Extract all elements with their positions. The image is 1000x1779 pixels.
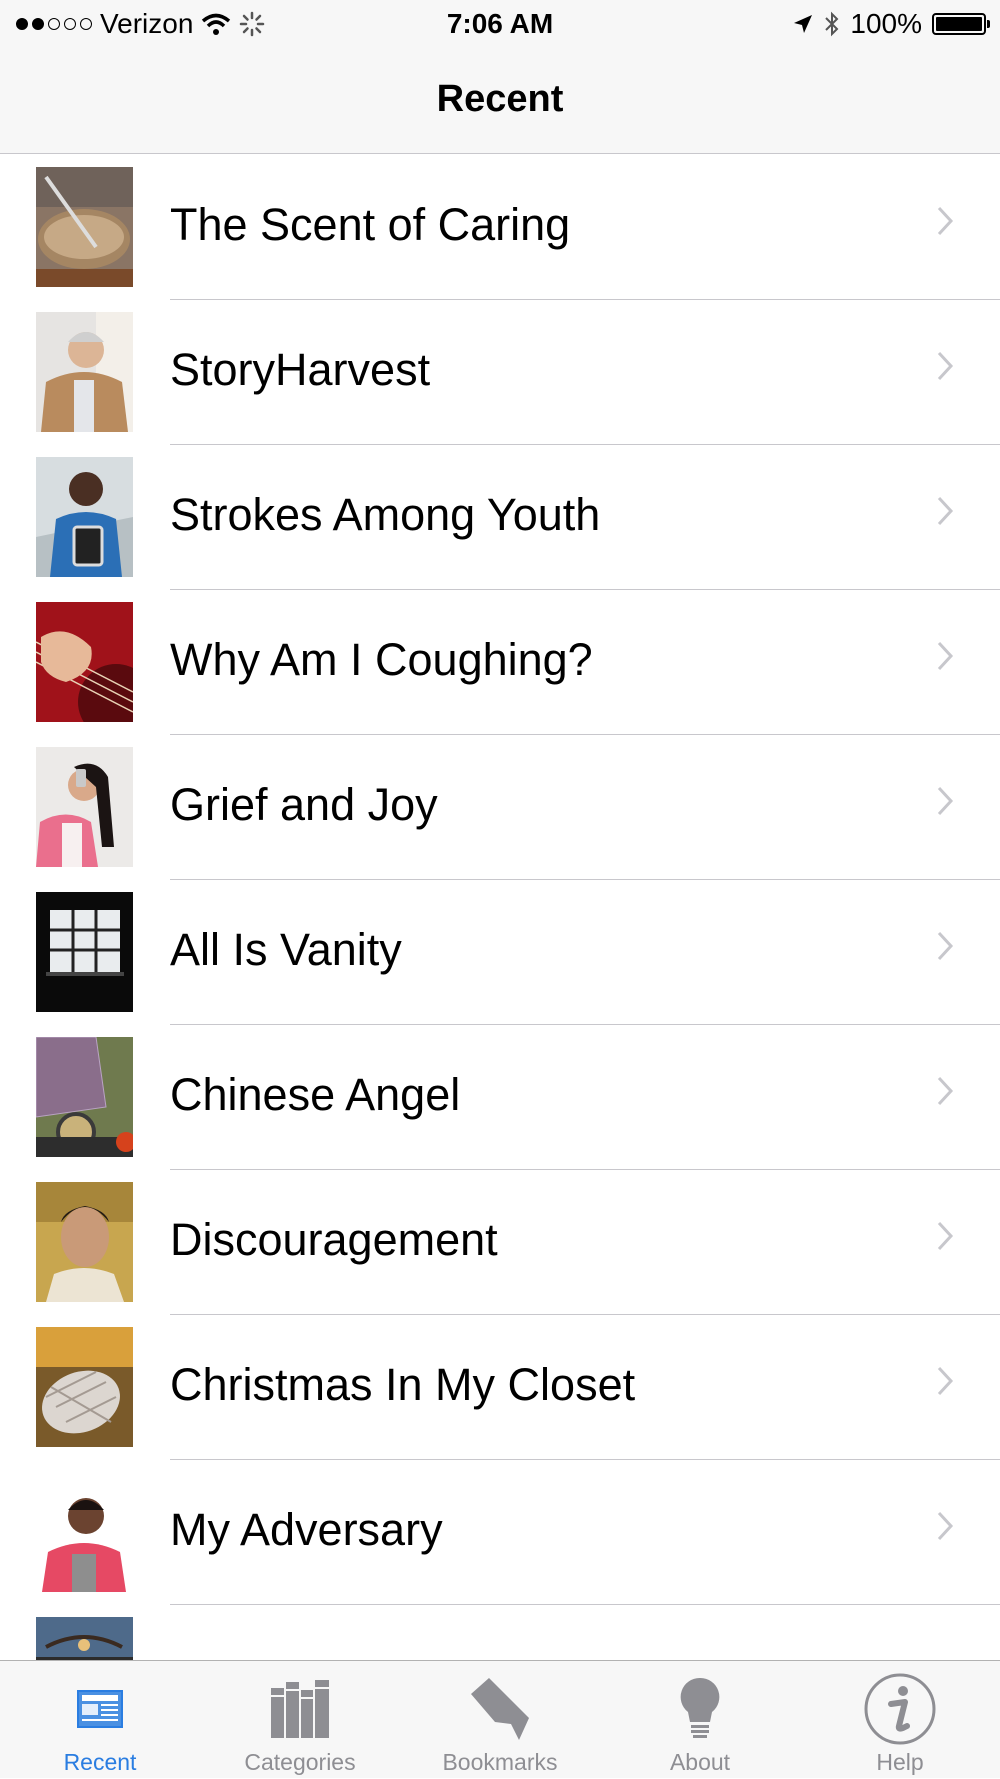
- list-item[interactable]: Chinese Angel: [0, 1025, 1000, 1170]
- story-thumbnail: [36, 747, 133, 867]
- story-thumbnail: [36, 1327, 133, 1447]
- battery-percent: 100%: [850, 8, 922, 39]
- story-title: Why Am I Coughing?: [170, 634, 593, 685]
- story-thumbnail: [36, 312, 133, 432]
- books-icon: [271, 1680, 329, 1738]
- list-item[interactable]: Discouragement: [0, 1170, 1000, 1315]
- lightbulb-icon: [680, 1677, 720, 1738]
- list-item[interactable]: My Adversary: [0, 1460, 1000, 1605]
- chevron-right-icon: [937, 1076, 954, 1106]
- story-thumbnail: [36, 602, 133, 722]
- tab-about[interactable]: About: [600, 1661, 800, 1779]
- story-title: Chinese Angel: [170, 1069, 461, 1120]
- story-thumbnail: [36, 1182, 133, 1302]
- bookmark-icon: [471, 1678, 529, 1740]
- chevron-right-icon: [937, 351, 954, 381]
- tab-label: Categories: [244, 1749, 356, 1775]
- story-title: Discouragement: [170, 1214, 498, 1265]
- list-item[interactable]: Grief and Joy: [0, 735, 1000, 880]
- chevron-right-icon: [937, 1366, 954, 1396]
- chevron-right-icon: [937, 786, 954, 816]
- tab-help[interactable]: Help: [800, 1661, 1000, 1779]
- chevron-right-icon: [937, 1221, 954, 1251]
- list-item[interactable]: [0, 1605, 1000, 1660]
- story-thumbnail: [36, 1617, 133, 1660]
- info-icon: [864, 1673, 936, 1745]
- story-title: Christmas In My Closet: [170, 1359, 636, 1410]
- list-item[interactable]: StoryHarvest: [0, 300, 1000, 445]
- story-thumbnail: [36, 1037, 133, 1157]
- story-title: Strokes Among Youth: [170, 489, 601, 540]
- list-item[interactable]: All Is Vanity: [0, 880, 1000, 1025]
- chevron-right-icon: [937, 931, 954, 961]
- bluetooth-icon: [825, 11, 839, 37]
- tab-bar: Recent Categories Bookmarks About Help: [0, 1660, 1000, 1778]
- page-title: Recent: [436, 78, 564, 120]
- chevron-right-icon: [937, 1511, 954, 1541]
- story-title: All Is Vanity: [170, 924, 402, 975]
- status-bar: Verizon 7:06 AM 100%: [0, 0, 1000, 50]
- tab-label: Bookmarks: [442, 1749, 558, 1775]
- story-title: The Scent of Caring: [170, 199, 571, 250]
- tab-recent[interactable]: Recent: [0, 1661, 200, 1779]
- list-item[interactable]: Why Am I Coughing?: [0, 590, 1000, 735]
- story-thumbnail: [36, 1472, 133, 1592]
- newspaper-icon: [77, 1690, 123, 1728]
- list-item[interactable]: The Scent of Caring: [0, 155, 1000, 300]
- battery-icon: [932, 13, 990, 35]
- tab-bookmarks[interactable]: Bookmarks: [400, 1661, 600, 1779]
- story-thumbnail: [36, 167, 133, 287]
- tab-label: Recent: [63, 1749, 137, 1775]
- location-arrow-icon: [794, 15, 813, 33]
- list-item[interactable]: Strokes Among Youth: [0, 445, 1000, 590]
- tab-label: Help: [876, 1749, 924, 1775]
- chevron-right-icon: [937, 641, 954, 671]
- tab-label: About: [669, 1749, 731, 1775]
- story-list[interactable]: The Scent of Caring StoryHarvest Strokes…: [0, 155, 1000, 1660]
- story-thumbnail: [36, 457, 133, 577]
- navigation-bar: Recent: [0, 50, 1000, 154]
- status-right: 100%: [792, 8, 990, 40]
- story-title: StoryHarvest: [170, 344, 431, 395]
- story-title: My Adversary: [170, 1504, 443, 1555]
- story-thumbnail: [36, 892, 133, 1012]
- story-title: Grief and Joy: [170, 779, 438, 830]
- chevron-right-icon: [937, 206, 954, 236]
- chevron-right-icon: [937, 496, 954, 526]
- list-item[interactable]: Christmas In My Closet: [0, 1315, 1000, 1460]
- tab-categories[interactable]: Categories: [200, 1661, 400, 1779]
